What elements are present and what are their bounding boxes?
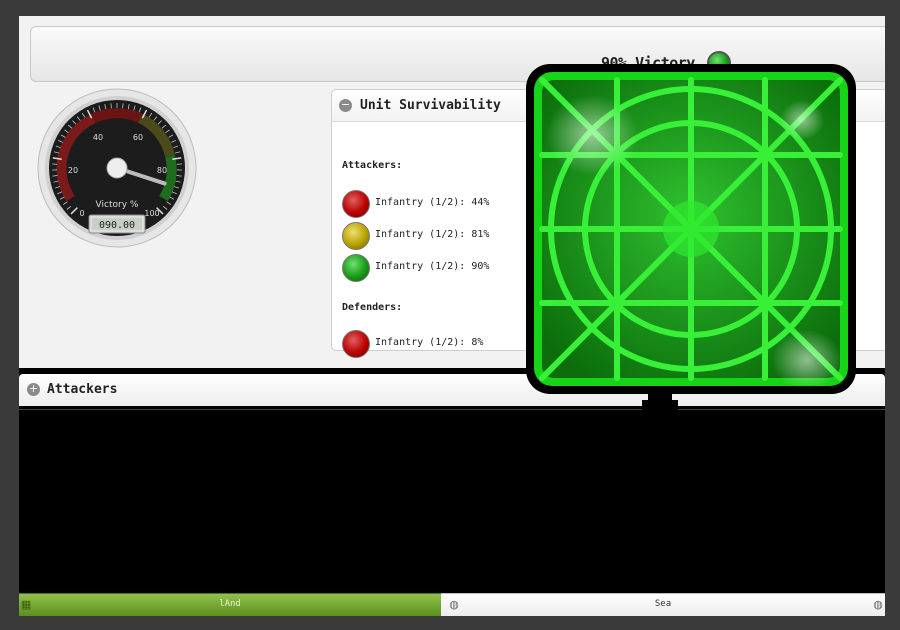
gauge-tick-60: 60 [133, 133, 143, 142]
gauge-tick-0: 0 [79, 209, 84, 218]
gauge-tick-40: 40 [93, 133, 103, 142]
tab-land-label: lAnd [219, 599, 241, 609]
tab-sea-label: Sea [654, 599, 672, 609]
gauge-tick-20: 20 [68, 166, 78, 175]
status-light-red [342, 190, 370, 218]
sea-icon: ◍ [873, 598, 883, 611]
bottom-tab-bar: ▦ lAnd ◍ Sea ◍ [19, 593, 885, 616]
attackers-label: Attackers: [342, 160, 403, 171]
status-light-yellow [342, 222, 370, 250]
status-light-green [342, 254, 370, 282]
tab-land[interactable]: ▦ lAnd [19, 593, 441, 616]
unit-survivability-text: Infantry (1/2): 90% [375, 261, 490, 272]
gauge-tick-100: 100 [144, 209, 159, 218]
tab-sea[interactable]: ◍ Sea ◍ [441, 593, 885, 616]
victory-gauge: 0 20 40 60 80 100 Victory % 090.00 [37, 88, 197, 248]
minus-circle-icon[interactable]: − [339, 99, 352, 112]
unit-survivability-text: Infantry (1/2): 8% [375, 337, 484, 348]
gauge-readout: 090.00 [99, 220, 135, 231]
defenders-label: Defenders: [342, 302, 403, 313]
unit-survivability-title: Unit Survivability [360, 98, 501, 113]
plus-circle-icon[interactable]: + [27, 383, 40, 396]
gauge-tick-80: 80 [157, 166, 167, 175]
unit-survivability-text: Infantry (1/2): 81% [375, 229, 490, 240]
gauge-label: Victory % [96, 200, 139, 210]
attackers-panel-title: Attackers [47, 382, 118, 397]
radar-screen-icon [526, 64, 856, 412]
unit-survivability-text: Infantry (1/2): 44% [375, 197, 490, 208]
status-light-red [342, 330, 370, 358]
